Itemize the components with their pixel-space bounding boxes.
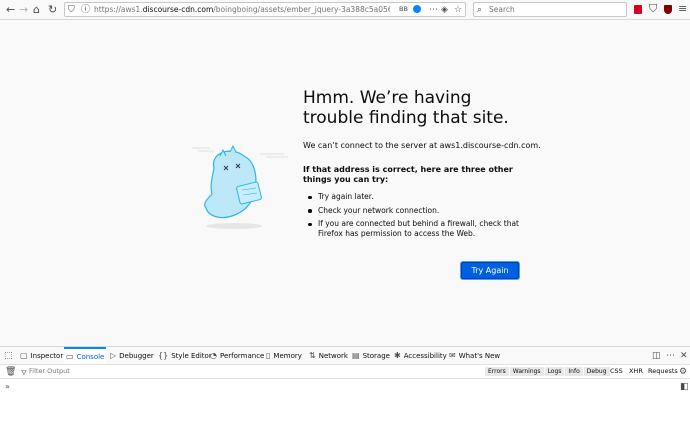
search-icon: ⌕ — [477, 5, 483, 15]
filter-requests-button[interactable]: Requests — [648, 367, 678, 376]
filter-css-button[interactable]: CSS — [610, 367, 623, 376]
list-item: Try again later. — [307, 192, 527, 202]
extension-icon-1[interactable] — [634, 5, 642, 14]
tab-console[interactable]: ▭ Console — [64, 347, 107, 364]
pocket-icon[interactable]: ◈ — [441, 4, 448, 16]
shield-icon[interactable]: ⛉ — [649, 3, 657, 15]
bookmark-star-icon[interactable]: ☆ — [454, 4, 462, 16]
filter-output-input[interactable]: Filter Output — [29, 366, 70, 377]
list-item: Check your network connection. — [307, 206, 527, 216]
inspector-icon: ▢ — [20, 351, 28, 360]
element-picker-icon[interactable]: ⬚ — [4, 350, 13, 362]
search-placeholder: Search — [489, 5, 515, 14]
dock-side-icon[interactable]: ◫ — [652, 350, 661, 362]
tab-whats-new[interactable]: ✉ What's New — [449, 347, 500, 364]
browser-toolbar: ← → ⌂ ↻ ⛉ ⓘ https://aws1.discourse-cdn.c… — [0, 0, 690, 20]
debugger-icon: ▷ — [110, 351, 117, 360]
more-actions-icon[interactable]: ⋯ — [429, 4, 438, 16]
devtools-panel: ⬚ ▢ Inspector ▭ Console ▷ Debugger {} Style … — [0, 346, 690, 432]
filter-logs-button[interactable]: Logs — [544, 367, 566, 376]
accessibility-icon: ✱ — [394, 351, 401, 360]
filter-icon: ⛛ — [21, 369, 27, 377]
tab-memory[interactable]: ▯ Memory — [266, 347, 302, 364]
console-filter-bar: 🗑 ⛛ Filter Output Errors Warnings Logs I… — [0, 365, 690, 379]
error-page: Hmm. We’re having trouble finding that s… — [0, 20, 690, 346]
memory-icon: ▯ — [266, 351, 271, 360]
gear-icon[interactable]: ⚙ — [679, 366, 687, 378]
shield-icon[interactable]: ⛉ — [68, 4, 75, 16]
suggestions-list: Try again later. Check your network conn… — [307, 192, 527, 243]
storage-icon: ▤ — [352, 351, 360, 360]
filter-info-button[interactable]: Info — [565, 367, 584, 376]
more-options-icon[interactable]: ⋯ — [666, 350, 675, 362]
whats-new-icon: ✉ — [449, 351, 456, 360]
try-again-button[interactable]: Try Again — [461, 262, 519, 279]
log-level-filters: Errors Warnings Logs Info Debug — [485, 367, 611, 376]
menu-icon[interactable]: ≡ — [678, 3, 687, 15]
url-text[interactable]: https://aws1.discourse-cdn.com/boingboin… — [94, 4, 390, 16]
error-title: Hmm. We’re having trouble finding that s… — [303, 88, 509, 128]
filter-xhr-button[interactable]: XHR — [629, 367, 643, 376]
suggestions-heading: If that address is correct, here are thr… — [303, 165, 513, 184]
filter-warnings-button[interactable]: Warnings — [509, 367, 545, 376]
tab-network[interactable]: ⇅ Network — [309, 347, 348, 364]
trash-icon[interactable]: 🗑 — [5, 366, 16, 378]
error-description: We can’t connect to the server at aws1.d… — [303, 141, 541, 150]
filter-errors-button[interactable]: Errors — [485, 367, 510, 376]
extension-icon[interactable] — [413, 5, 421, 13]
style-editor-icon: {} — [158, 351, 169, 360]
search-bar[interactable]: ⌕ Search — [473, 2, 627, 17]
split-console-icon[interactable]: ◧ — [680, 381, 689, 393]
ublock-icon[interactable] — [664, 5, 672, 14]
dinosaur-illustration-icon — [192, 144, 288, 229]
url-bar[interactable]: ⛉ ⓘ https://aws1.discourse-cdn.com/boing… — [64, 2, 466, 17]
tab-debugger[interactable]: ▷ Debugger — [110, 347, 154, 364]
close-devtools-icon[interactable]: ✕ — [680, 350, 688, 362]
forward-icon[interactable]: → — [19, 4, 28, 16]
list-item: If you are connected but behind a firewa… — [307, 219, 527, 239]
network-icon: ⇅ — [309, 351, 316, 360]
tab-storage[interactable]: ▤ Storage — [352, 347, 390, 364]
reload-icon[interactable]: ↻ — [48, 4, 57, 16]
performance-icon: ◔ — [210, 351, 217, 360]
back-icon[interactable]: ← — [6, 4, 15, 16]
info-icon[interactable]: ⓘ — [81, 4, 90, 16]
tab-inspector[interactable]: ▢ Inspector — [20, 347, 63, 364]
console-prompt[interactable]: » — [5, 382, 10, 391]
tab-style-editor[interactable]: {} Style Editor — [158, 347, 212, 364]
tab-performance[interactable]: ◔ Performance — [210, 347, 264, 364]
tab-accessibility[interactable]: ✱ Accessibility — [394, 347, 447, 364]
home-icon[interactable]: ⌂ — [33, 4, 40, 16]
console-icon: ▭ — [66, 352, 74, 361]
filter-debug-button[interactable]: Debug — [583, 367, 611, 376]
url-badge[interactable]: BB — [399, 5, 408, 14]
devtools-tabbar: ⬚ ▢ Inspector ▭ Console ▷ Debugger {} Style … — [0, 347, 690, 365]
